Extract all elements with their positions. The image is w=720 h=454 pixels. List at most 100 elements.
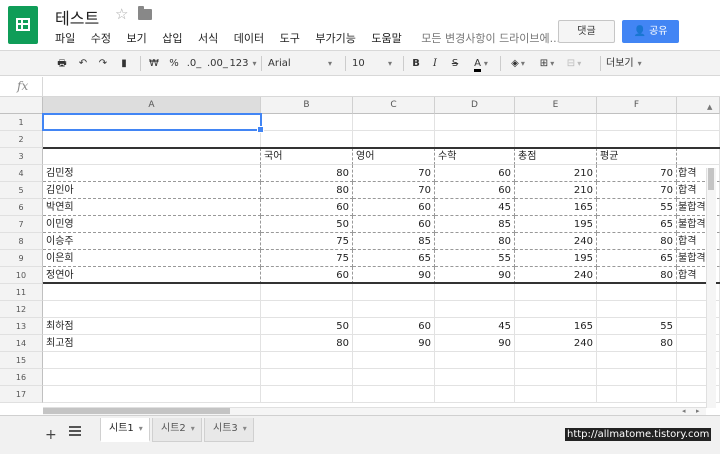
cell[interactable] (597, 352, 677, 369)
fill-color-icon[interactable]: ◈ ▾ (507, 56, 529, 71)
cell[interactable] (435, 352, 515, 369)
print-icon[interactable]: 🖶 (55, 56, 69, 71)
bold-button[interactable]: B (410, 56, 422, 71)
cell[interactable]: 210 (515, 165, 597, 182)
row-header[interactable]: 2 (0, 131, 43, 148)
row-header[interactable]: 12 (0, 301, 43, 318)
cell[interactable]: 국어 (261, 148, 353, 165)
chevron-down-icon[interactable]: ▾ (191, 424, 195, 433)
cell[interactable] (353, 301, 435, 318)
select-all-corner[interactable] (0, 97, 43, 114)
sheets-logo-icon[interactable] (8, 6, 38, 44)
cell[interactable]: 박연희 (43, 199, 261, 216)
row-header[interactable]: 11 (0, 284, 43, 301)
cell[interactable]: 70 (353, 182, 435, 199)
menu-help[interactable]: 도움말 (371, 32, 401, 45)
column-header-c[interactable]: C (353, 97, 435, 114)
cell[interactable] (597, 114, 677, 131)
cell[interactable] (435, 301, 515, 318)
cell[interactable]: 165 (515, 199, 597, 216)
cell[interactable]: 60 (435, 182, 515, 199)
cell[interactable] (43, 284, 261, 301)
cell[interactable] (353, 369, 435, 386)
cell[interactable] (261, 114, 353, 131)
horizontal-scroll-thumb[interactable] (43, 408, 230, 414)
cell[interactable]: 평균 (597, 148, 677, 165)
row-header[interactable]: 4 (0, 165, 43, 182)
sheet-tab-3[interactable]: 시트3 ▾ (204, 418, 254, 442)
cell[interactable]: 최하점 (43, 318, 261, 335)
cell[interactable]: 240 (515, 233, 597, 250)
chevron-down-icon[interactable]: ▾ (243, 424, 247, 433)
cell[interactable] (597, 386, 677, 403)
cell[interactable]: 90 (353, 335, 435, 352)
menu-edit[interactable]: 수정 (91, 32, 111, 45)
percent-format-button[interactable]: % (168, 56, 180, 71)
cell[interactable] (435, 114, 515, 131)
cell[interactable] (515, 301, 597, 318)
row-header[interactable]: 13 (0, 318, 43, 335)
cell[interactable] (261, 301, 353, 318)
cell[interactable]: 80 (435, 233, 515, 250)
cell[interactable] (515, 284, 597, 301)
menu-tools[interactable]: 도구 (280, 32, 300, 45)
cell[interactable]: 80 (261, 335, 353, 352)
row-header[interactable]: 17 (0, 386, 43, 403)
column-header-f[interactable]: F (597, 97, 677, 114)
cell[interactable]: 65 (597, 216, 677, 233)
cell[interactable]: 70 (597, 165, 677, 182)
cell[interactable]: 195 (515, 250, 597, 267)
cell[interactable]: 75 (261, 233, 353, 250)
cell[interactable] (261, 352, 353, 369)
cell[interactable]: 총점 (515, 148, 597, 165)
save-status[interactable]: 모든 변경사항이 드라이브에... (421, 32, 560, 45)
document-title[interactable]: 테스트 (55, 5, 99, 29)
cell[interactable]: 50 (261, 216, 353, 233)
row-header[interactable]: 5 (0, 182, 43, 199)
cell[interactable] (43, 301, 261, 318)
cell[interactable]: 김민정 (43, 165, 261, 182)
cell[interactable] (597, 369, 677, 386)
column-header-d[interactable]: D (435, 97, 515, 114)
cell[interactable]: 수학 (435, 148, 515, 165)
cell[interactable]: 이승주 (43, 233, 261, 250)
cell[interactable]: 65 (353, 250, 435, 267)
folder-icon[interactable] (138, 6, 152, 20)
cell[interactable] (435, 386, 515, 403)
cell[interactable] (261, 131, 353, 148)
cell[interactable] (353, 114, 435, 131)
cell[interactable] (515, 131, 597, 148)
undo-icon[interactable]: ↶ (76, 56, 90, 71)
cell[interactable] (435, 284, 515, 301)
add-sheet-icon[interactable]: + (45, 427, 57, 443)
menu-insert[interactable]: 삽입 (162, 32, 182, 45)
cell[interactable] (435, 131, 515, 148)
cell[interactable]: 70 (353, 165, 435, 182)
italic-button[interactable]: I (429, 56, 441, 71)
cell[interactable]: 60 (353, 318, 435, 335)
paint-format-icon[interactable]: ▮ (117, 56, 131, 71)
cell[interactable] (597, 131, 677, 148)
menu-format[interactable]: 서식 (198, 32, 218, 45)
selected-cell[interactable] (42, 113, 264, 133)
comment-button[interactable]: 댓글 (558, 20, 615, 43)
cell[interactable]: 55 (597, 318, 677, 335)
cell[interactable]: 영어 (353, 148, 435, 165)
cell[interactable] (43, 148, 261, 165)
share-button[interactable]: 👤 공유 (622, 20, 679, 43)
cell[interactable]: 75 (261, 250, 353, 267)
cell[interactable]: 45 (435, 199, 515, 216)
redo-icon[interactable]: ↷ (96, 56, 110, 71)
cell[interactable] (677, 148, 720, 165)
cell[interactable]: 165 (515, 318, 597, 335)
scroll-left-arrow-icon[interactable]: ◂ (682, 407, 686, 415)
cell[interactable] (43, 352, 261, 369)
row-header[interactable]: 15 (0, 352, 43, 369)
row-header[interactable]: 16 (0, 369, 43, 386)
row-header[interactable]: 6 (0, 199, 43, 216)
cell[interactable]: 210 (515, 182, 597, 199)
cell[interactable] (677, 114, 720, 131)
sheet-tab-2[interactable]: 시트2 ▾ (152, 418, 202, 442)
cell[interactable]: 60 (435, 165, 515, 182)
cell[interactable] (515, 352, 597, 369)
